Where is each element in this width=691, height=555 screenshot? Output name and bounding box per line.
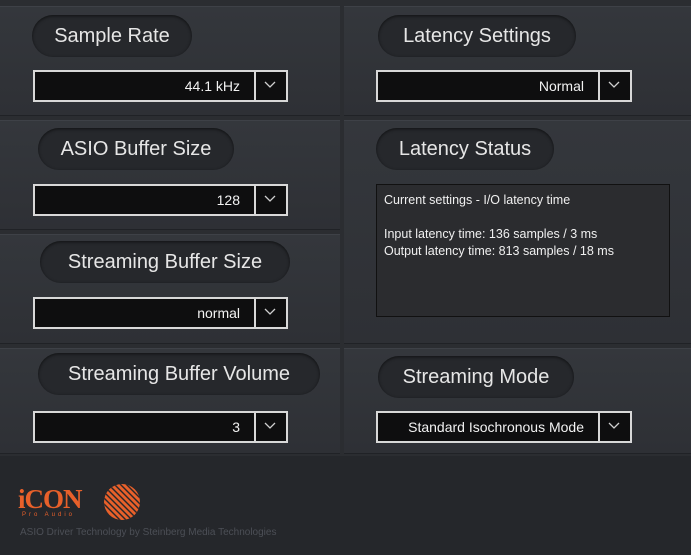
streaming-mode-dropdown-button[interactable] <box>598 413 630 441</box>
asio-buffer-size-title: ASIO Buffer Size <box>38 128 234 170</box>
latency-settings-value: Normal <box>538 78 584 94</box>
asio-credit-text: ASIO Driver Technology by Steinberg Medi… <box>20 527 277 538</box>
chevron-down-icon <box>608 422 620 429</box>
chevron-down-icon <box>264 422 276 429</box>
chevron-down-icon <box>608 81 620 88</box>
logo-text: iCON <box>18 484 82 514</box>
input-latency-text: Input latency time: 136 samples / 3 ms <box>384 227 598 241</box>
streaming-mode-value: Standard Isochronous Mode <box>408 419 584 435</box>
streaming-buffer-size-title: Streaming Buffer Size <box>40 241 290 283</box>
asio-buffer-size-value: 128 <box>216 192 240 208</box>
sample-rate-title: Sample Rate <box>32 15 192 57</box>
streaming-buffer-volume-select[interactable]: 3 <box>33 411 288 443</box>
sample-rate-value: 44.1 kHz <box>184 78 240 94</box>
chevron-down-icon <box>264 308 276 315</box>
streaming-buffer-size-value: normal <box>197 305 240 321</box>
sample-rate-select[interactable]: 44.1 kHz <box>33 70 288 102</box>
logo-globe-icon <box>104 484 140 520</box>
streaming-buffer-size-select[interactable]: normal <box>33 297 288 329</box>
icon-logo: iCON Pro Audio <box>18 484 148 522</box>
output-latency-text: Output latency time: 813 samples / 18 ms <box>384 244 614 258</box>
latency-settings-dropdown-button[interactable] <box>598 72 630 100</box>
latency-settings-select[interactable]: Normal <box>376 70 632 102</box>
asio-buffer-size-select[interactable]: 128 <box>33 184 288 216</box>
latency-status-header: Current settings - I/O latency time <box>384 193 571 207</box>
latency-settings-title: Latency Settings <box>378 15 576 57</box>
streaming-buffer-volume-value: 3 <box>232 419 240 435</box>
logo-subtitle: Pro Audio <box>22 512 76 518</box>
streaming-buffer-volume-title: Streaming Buffer Volume <box>38 353 320 395</box>
asio-buffer-size-dropdown-button[interactable] <box>254 186 286 214</box>
latency-status-box: Current settings - I/O latency time Inpu… <box>376 184 670 317</box>
streaming-mode-select[interactable]: Standard Isochronous Mode <box>376 411 632 443</box>
latency-status-title: Latency Status <box>376 128 554 170</box>
streaming-mode-title: Streaming Mode <box>378 356 574 398</box>
streaming-buffer-volume-dropdown-button[interactable] <box>254 413 286 441</box>
chevron-down-icon <box>264 81 276 88</box>
chevron-down-icon <box>264 195 276 202</box>
streaming-buffer-size-dropdown-button[interactable] <box>254 299 286 327</box>
sample-rate-dropdown-button[interactable] <box>254 72 286 100</box>
